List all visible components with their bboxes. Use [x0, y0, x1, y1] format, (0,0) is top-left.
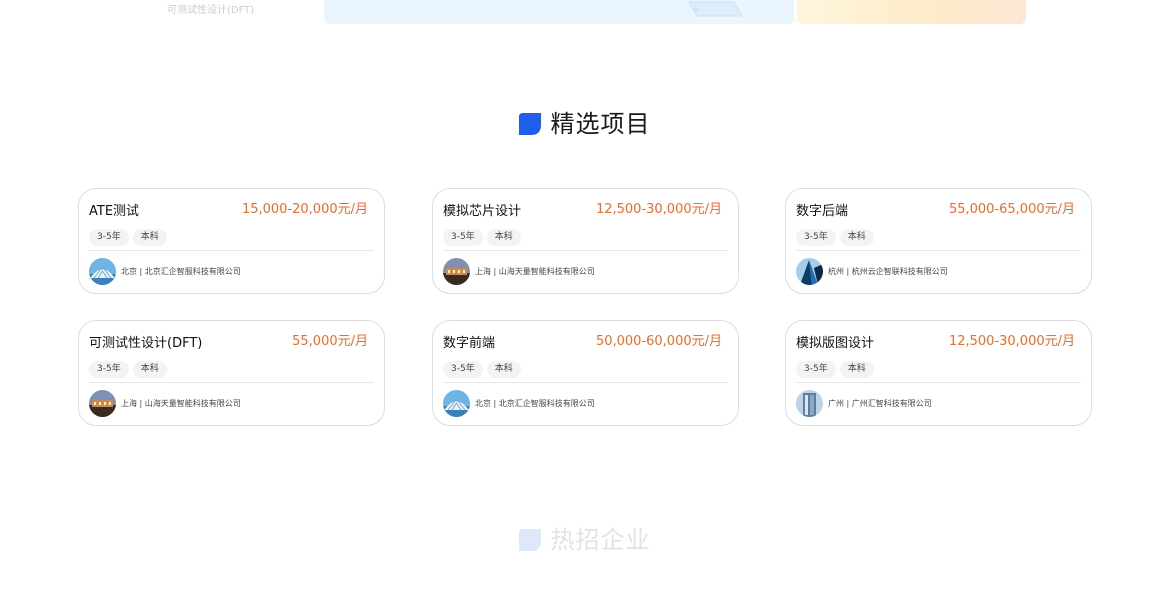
job-tags: 3-5年 本科 [443, 229, 521, 246]
job-salary: 12,500-30,000元/月 [595, 202, 722, 217]
education-tag: 本科 [132, 229, 167, 246]
experience-tag: 3-5年 [796, 229, 836, 246]
company-name: 广州 | 广州汇智科技有限公司 [828, 399, 932, 408]
top-caption: 可测试性设计(DFT) [167, 5, 255, 16]
featured-title: 精选项目 [550, 110, 651, 138]
job-card[interactable]: 数字后端 55,000-65,000元/月 3-5年 本科 杭州 | 杭州云企智… [785, 188, 1092, 294]
top-banner-image-2[interactable] [797, 0, 1026, 24]
top-strip: 可测试性设计(DFT) [0, 0, 1169, 30]
job-card[interactable]: ATE测试 15,000-20,000元/月 3-5年 本科 北京 | 北京汇企… [78, 188, 385, 294]
job-tags: 3-5年 本科 [796, 361, 874, 378]
education-tag: 本科 [486, 361, 521, 378]
experience-tag: 3-5年 [443, 361, 483, 378]
job-tags: 3-5年 本科 [796, 229, 874, 246]
company-name: 上海 | 山海天量智能科技有限公司 [475, 267, 595, 276]
card-divider [89, 250, 374, 251]
company-info[interactable]: 北京 | 北京汇企智服科技有限公司 [89, 258, 241, 285]
job-salary: 15,000-20,000元/月 [241, 202, 368, 217]
job-card[interactable]: 数字前端 50,000-60,000元/月 3-5年 本科 北京 | 北京汇企智… [432, 320, 739, 426]
hot-section-title: 热招企业 [0, 527, 1169, 553]
job-title[interactable]: 模拟版图设计 [796, 332, 874, 351]
company-name: 北京 | 北京汇企智服科技有限公司 [475, 399, 595, 408]
job-tags: 3-5年 本科 [443, 361, 521, 378]
job-salary: 12,500-30,000元/月 [948, 334, 1075, 349]
job-tags: 3-5年 本科 [89, 361, 167, 378]
laptop-illustration-icon [688, 1, 743, 17]
building-icon [89, 390, 116, 417]
experience-tag: 3-5年 [89, 229, 129, 246]
company-name: 上海 | 山海天量智能科技有限公司 [121, 399, 241, 408]
card-divider [796, 382, 1081, 383]
section-mark-icon [518, 529, 541, 551]
education-tag: 本科 [839, 361, 874, 378]
experience-tag: 3-5年 [443, 229, 483, 246]
company-info[interactable]: 上海 | 山海天量智能科技有限公司 [89, 390, 241, 417]
job-salary: 55,000元/月 [292, 334, 368, 349]
featured-section-title: 精选项目 [0, 111, 1169, 137]
job-card[interactable]: 模拟版图设计 12,500-30,000元/月 3-5年 本科 广州 | 广州汇… [785, 320, 1092, 426]
company-name: 北京 | 北京汇企智服科技有限公司 [121, 267, 241, 276]
glass-tower-icon [796, 390, 823, 417]
company-info[interactable]: 北京 | 北京汇企智服科技有限公司 [443, 390, 595, 417]
company-info[interactable]: 广州 | 广州汇智科技有限公司 [796, 390, 932, 417]
skyscraper-icon [796, 258, 823, 285]
card-divider [443, 382, 728, 383]
job-title[interactable]: 模拟芯片设计 [443, 200, 521, 219]
page: 可测试性设计(DFT) 精选项目 ATE测试 15,000-20,000元/月 … [0, 0, 1169, 603]
card-divider [443, 250, 728, 251]
education-tag: 本科 [839, 229, 874, 246]
education-tag: 本科 [486, 229, 521, 246]
job-tags: 3-5年 本科 [89, 229, 167, 246]
job-title[interactable]: 数字后端 [796, 200, 848, 219]
education-tag: 本科 [132, 361, 167, 378]
building-icon [443, 258, 470, 285]
job-card[interactable]: 可测试性设计(DFT) 55,000元/月 3-5年 本科 上海 | 山海天量智… [78, 320, 385, 426]
card-divider [89, 382, 374, 383]
top-banner-image[interactable] [324, 0, 794, 24]
company-name: 杭州 | 杭州云企智联科技有限公司 [828, 267, 948, 276]
hot-title: 热招企业 [550, 526, 651, 554]
job-title[interactable]: 可测试性设计(DFT) [89, 332, 202, 351]
section-mark-icon [518, 113, 541, 135]
experience-tag: 3-5年 [796, 361, 836, 378]
job-card[interactable]: 模拟芯片设计 12,500-30,000元/月 3-5年 本科 上海 | 山海天… [432, 188, 739, 294]
experience-tag: 3-5年 [89, 361, 129, 378]
job-title[interactable]: ATE测试 [89, 200, 139, 219]
dome-icon [89, 258, 116, 285]
company-info[interactable]: 上海 | 山海天量智能科技有限公司 [443, 258, 595, 285]
job-salary: 55,000-65,000元/月 [948, 202, 1075, 217]
job-salary: 50,000-60,000元/月 [595, 334, 722, 349]
job-title[interactable]: 数字前端 [443, 332, 495, 351]
dome-icon [443, 390, 470, 417]
card-divider [796, 250, 1081, 251]
company-info[interactable]: 杭州 | 杭州云企智联科技有限公司 [796, 258, 948, 285]
